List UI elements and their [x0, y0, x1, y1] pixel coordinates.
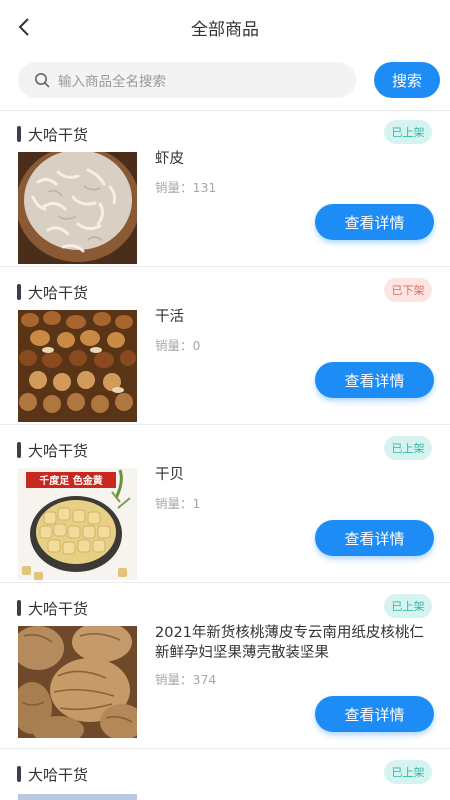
shop-name: 大哈干货	[28, 599, 89, 618]
image-banner-text: 千度足 色金黄	[39, 474, 102, 487]
product-card: 大哈干货 已上架 虾皮 销量：131 查看详情	[0, 120, 450, 266]
product-name[interactable]: 虾皮	[155, 149, 435, 169]
divider	[0, 748, 450, 749]
sales-count: 销量：1	[155, 496, 201, 511]
view-details-button[interactable]: 查看详情	[315, 362, 434, 398]
product-image[interactable]	[18, 794, 137, 800]
shop-name: 大哈干货	[28, 125, 89, 144]
shop-marker	[17, 766, 21, 782]
status-badge: 已上架	[384, 436, 432, 460]
status-badge: 已上架	[384, 120, 432, 144]
product-card: 大哈干货 已上架 千度足 色金黄 干贝 销量：1 查看详情	[0, 436, 450, 582]
search-button[interactable]: 搜索	[374, 62, 440, 98]
product-image[interactable]: 千度足 色金黄	[18, 468, 137, 580]
product-card: 大哈干货 已下架 干活 销量：0 查看详情	[0, 278, 450, 424]
product-image[interactable]	[18, 626, 137, 738]
shop-header: 大哈干货	[17, 124, 88, 144]
shop-name: 大哈干货	[28, 283, 89, 302]
product-name[interactable]: 2021年新货核桃薄皮专云南用纸皮核桃仁新鲜孕妇坚果薄壳散装坚果	[155, 623, 435, 663]
status-badge: 已下架	[384, 278, 432, 302]
divider	[0, 110, 450, 111]
shop-marker	[17, 600, 21, 616]
shop-marker	[17, 126, 21, 142]
product-image[interactable]	[18, 152, 137, 264]
sales-count: 销量：0	[155, 338, 201, 353]
shop-header: 大哈干货	[17, 282, 88, 302]
shop-marker	[17, 442, 21, 458]
divider	[0, 582, 450, 583]
search-icon	[35, 73, 50, 88]
shop-marker	[17, 284, 21, 300]
search-input[interactable]: 输入商品全名搜索	[18, 62, 356, 98]
product-image[interactable]	[18, 310, 137, 422]
divider	[0, 424, 450, 425]
shop-name: 大哈干货	[28, 765, 89, 784]
search-placeholder: 输入商品全名搜索	[58, 74, 166, 90]
product-name[interactable]: 干活	[155, 307, 435, 327]
sales-count: 销量：131	[155, 180, 217, 195]
view-details-button[interactable]: 查看详情	[315, 696, 434, 732]
shop-header: 大哈干货	[17, 598, 88, 618]
product-card: 大哈干货 已上架 2021年新货核桃薄皮专云南用纸皮核桃仁新鲜孕妇坚果薄壳散装坚…	[0, 594, 450, 748]
page-title: 全部商品	[191, 20, 259, 40]
product-card: 大哈干货 已上架	[0, 760, 450, 800]
app-header: 全部商品	[0, 0, 450, 54]
divider	[0, 266, 450, 267]
product-name[interactable]: 干贝	[155, 465, 435, 485]
status-badge: 已上架	[384, 760, 432, 784]
view-details-button[interactable]: 查看详情	[315, 204, 434, 240]
sales-count: 销量：374	[155, 672, 217, 687]
search-row: 输入商品全名搜索 搜索	[0, 62, 450, 102]
status-badge: 已上架	[384, 594, 432, 618]
view-details-button[interactable]: 查看详情	[315, 520, 434, 556]
shop-name: 大哈干货	[28, 441, 89, 460]
shop-header: 大哈干货	[17, 440, 88, 460]
shop-header: 大哈干货	[17, 764, 88, 784]
